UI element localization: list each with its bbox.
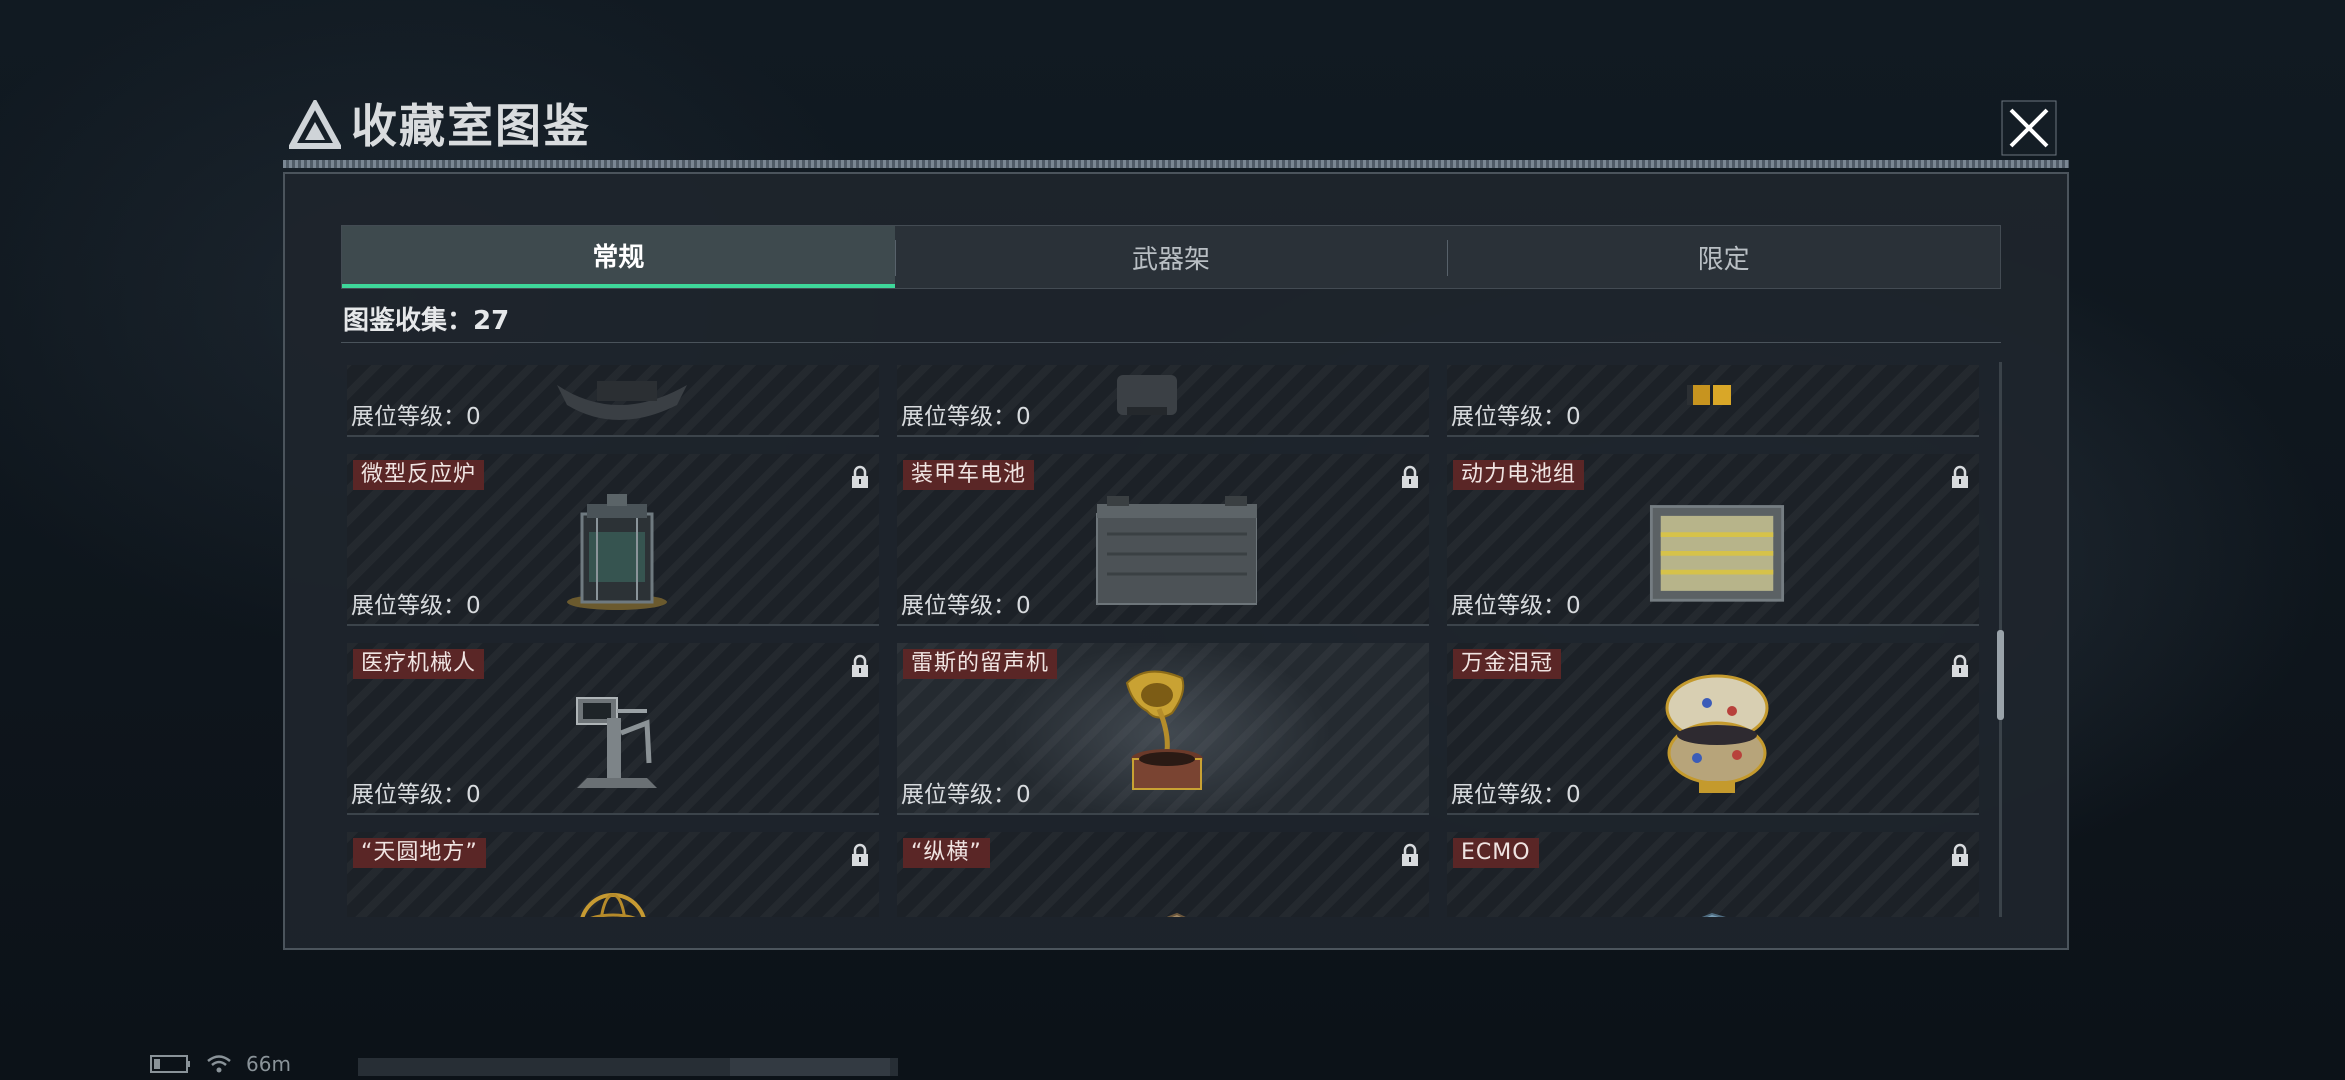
booth-level: 展位等级：0 — [901, 404, 1031, 430]
item-card[interactable]: 动力电池组 展位等级：0 — [1447, 454, 1979, 626]
item-grid-viewport[interactable]: 展位等级：0 展位等级：0 展位等级：0 微型反应炉 展位等级：0 装甲车电池 … — [347, 365, 1987, 917]
game-logo-icon — [289, 100, 341, 149]
item-card[interactable]: “天圆地方” — [347, 832, 879, 917]
dialog-title: 收藏室图鉴 — [351, 99, 591, 153]
blurred-status — [730, 1058, 890, 1076]
booth-level: 展位等级：0 — [351, 782, 481, 808]
battery-icon — [1096, 496, 1257, 605]
item-name: 雷斯的留声机 — [903, 649, 1058, 679]
lock-icon — [1402, 465, 1418, 488]
battery-icon — [150, 1055, 190, 1073]
signal-text: 66m — [246, 1052, 291, 1076]
scrollbar-thumb[interactable] — [1997, 630, 2004, 720]
item-name: 装甲车电池 — [903, 460, 1035, 490]
booth-level: 展位等级：0 — [1451, 593, 1581, 619]
item-card[interactable]: 展位等级：0 — [1447, 365, 1979, 437]
battery-pack-icon — [1649, 505, 1785, 602]
item-name: 动力电池组 — [1453, 460, 1585, 490]
item-card[interactable]: 雷斯的留声机 展位等级：0 — [897, 643, 1429, 815]
item-partial-icon — [1117, 375, 1177, 415]
lock-icon — [1952, 465, 1968, 488]
medical-robot-icon — [576, 697, 657, 788]
item-card[interactable]: 微型反应炉 展位等级：0 — [347, 454, 879, 626]
booth-level: 展位等级：0 — [901, 782, 1031, 808]
item-card[interactable]: 装甲车电池 展位等级：0 — [897, 454, 1429, 626]
item-card[interactable]: “纵横” — [897, 832, 1429, 917]
ecmo-machine-icon — [1701, 912, 1726, 917]
lock-icon — [1952, 843, 1968, 866]
header-divider — [283, 160, 2069, 168]
booth-level: 展位等级：0 — [1451, 404, 1581, 430]
divider — [341, 342, 2001, 343]
lock-icon — [852, 465, 868, 488]
collection-dialog: 收藏室图鉴 常规 武器架 限定 图鉴收集：27 展位等级：0 展位等级：0 展位… — [283, 92, 2069, 950]
status-bar: 66m — [150, 1052, 291, 1076]
reactor-icon — [567, 494, 667, 610]
lock-icon — [852, 843, 868, 866]
tab-weapon-rack[interactable]: 武器架 — [894, 226, 1448, 288]
item-card[interactable]: 医疗机械人 展位等级：0 — [347, 643, 879, 815]
wifi-icon — [207, 1055, 231, 1073]
booth-level: 展位等级：0 — [1451, 782, 1581, 808]
armillary-sphere-icon — [580, 893, 646, 917]
jeweled-egg-icon — [1665, 674, 1769, 793]
tab-limited[interactable]: 限定 — [1447, 226, 2000, 288]
tab-bar: 常规 武器架 限定 — [341, 225, 2001, 289]
item-name: “纵横” — [903, 838, 990, 868]
item-name: 医疗机械人 — [353, 649, 485, 679]
collection-count: 图鉴收集：27 — [343, 306, 510, 336]
gramophone-icon — [1125, 670, 1203, 790]
close-icon[interactable] — [2001, 100, 2057, 156]
item-name: 万金泪冠 — [1453, 649, 1562, 679]
item-card[interactable]: 万金泪冠 展位等级：0 — [1447, 643, 1979, 815]
lock-icon — [1402, 843, 1418, 866]
item-partial-icon — [557, 381, 687, 420]
item-card[interactable]: 展位等级：0 — [347, 365, 879, 437]
item-name: ECMO — [1453, 838, 1539, 868]
item-card[interactable]: ECMO — [1447, 832, 1979, 917]
chessboard-icon — [1166, 912, 1186, 917]
booth-level: 展位等级：0 — [351, 404, 481, 430]
item-partial-icon — [1687, 385, 1731, 405]
lock-icon — [1952, 654, 1968, 677]
dialog-header: 收藏室图鉴 — [283, 92, 2069, 168]
item-name: “天圆地方” — [353, 838, 486, 868]
item-name: 微型反应炉 — [353, 460, 485, 490]
tab-regular[interactable]: 常规 — [342, 226, 895, 288]
lock-icon — [852, 654, 868, 677]
booth-level: 展位等级：0 — [901, 593, 1031, 619]
item-card[interactable]: 展位等级：0 — [897, 365, 1429, 437]
item-grid: 展位等级：0 展位等级：0 展位等级：0 微型反应炉 展位等级：0 装甲车电池 … — [347, 365, 1987, 917]
booth-level: 展位等级：0 — [351, 593, 481, 619]
